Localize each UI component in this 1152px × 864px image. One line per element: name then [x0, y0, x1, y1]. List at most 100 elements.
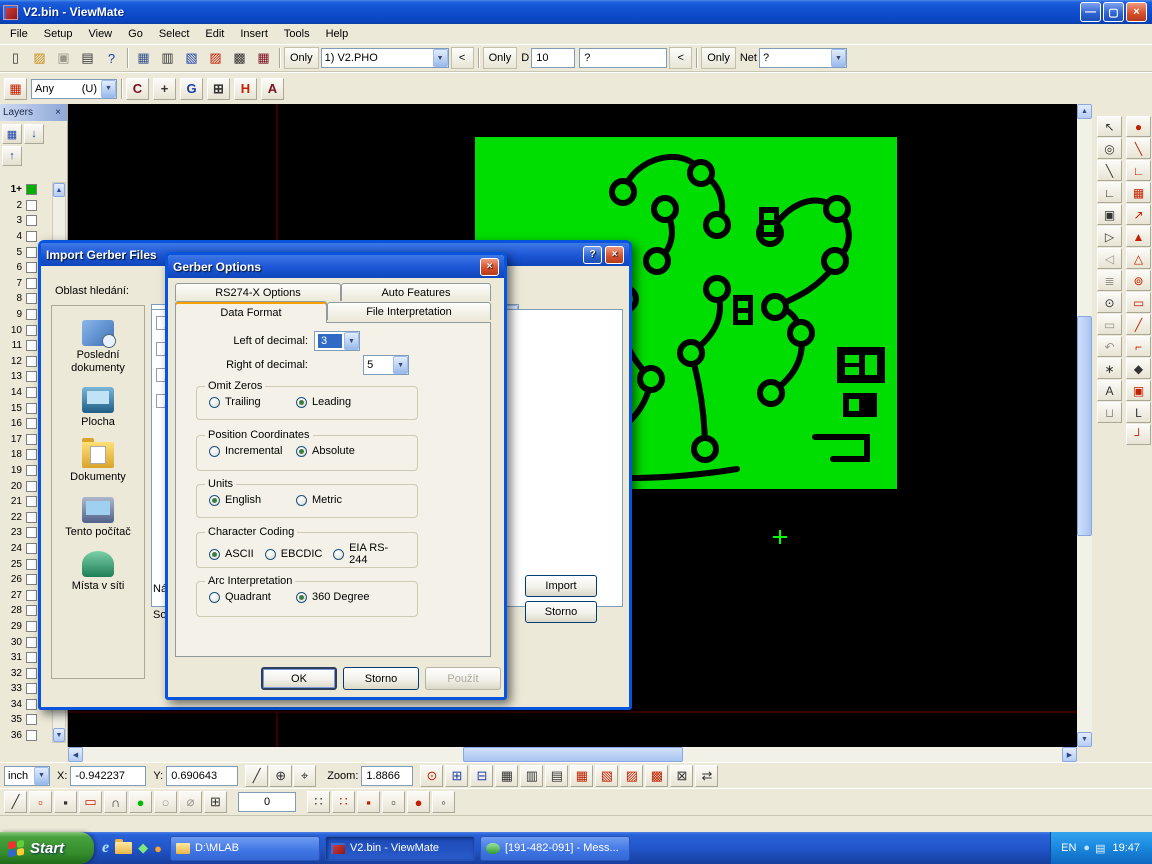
layer-swatch[interactable]	[26, 605, 37, 616]
menu-item[interactable]: Help	[318, 26, 357, 42]
layer-stack-icon[interactable]: ▧	[180, 47, 203, 69]
import-button[interactable]: Import	[525, 575, 597, 597]
layer-swatch[interactable]	[26, 496, 37, 507]
status-light-icon[interactable]: ●	[129, 791, 152, 813]
gerber-options-title-bar[interactable]: Gerber Options ×	[168, 255, 504, 278]
layer-swatch[interactable]	[26, 527, 37, 538]
radio-eia[interactable]: EIA RS-244	[333, 542, 405, 566]
select-arrow-icon[interactable]: ↖	[1097, 116, 1122, 137]
menu-item[interactable]: Insert	[232, 26, 276, 42]
browser-quicklaunch-icon[interactable]: ●	[154, 841, 162, 856]
only-dcode-toggle[interactable]: Only	[483, 47, 518, 69]
stack-list-icon[interactable]: ≣	[1097, 270, 1122, 291]
add-letter-icon[interactable]: L	[1126, 402, 1151, 423]
green-app-quicklaunch-icon[interactable]: ◆	[138, 840, 148, 856]
chevron-down-icon[interactable]: ▼	[344, 332, 359, 350]
print-icon[interactable]: ▤	[76, 47, 99, 69]
add-grid-icon[interactable]: ▦	[1126, 182, 1151, 203]
select-gerber-icon[interactable]: G	[180, 78, 203, 100]
radio-leading[interactable]: Leading	[296, 396, 383, 408]
ruler-icon[interactable]: ╱	[4, 791, 27, 813]
position-anchor-icon[interactable]: ⌖	[293, 765, 316, 787]
layer-swatch[interactable]	[26, 262, 37, 273]
via-red-icon[interactable]: ●	[407, 791, 430, 813]
y-coordinate-field[interactable]: 0.690643	[166, 766, 238, 786]
task-button[interactable]: [191-482-091] - Mess...	[480, 836, 630, 861]
new-file-icon[interactable]: ▯	[4, 47, 27, 69]
ie-quicklaunch-icon[interactable]: e	[102, 839, 109, 857]
move-layer-up-button[interactable]: ↑	[2, 146, 22, 166]
layer-swatch[interactable]	[26, 418, 37, 429]
swap-layers-icon[interactable]: ▩	[228, 47, 251, 69]
macro-view-icon[interactable]: ▩	[645, 765, 668, 787]
add-bracket-icon[interactable]: ⌐	[1126, 336, 1151, 357]
tab-data-format[interactable]: Data Format	[175, 301, 327, 323]
horizontal-scrollbar[interactable]: ◀ ▶	[68, 747, 1077, 762]
undo-arc-icon[interactable]: ↶	[1097, 336, 1122, 357]
previous-layer-button[interactable]: <	[451, 47, 474, 69]
recent-documents-item[interactable]: Poslední dokumenty	[54, 320, 142, 374]
chevron-down-icon[interactable]: ▼	[101, 80, 116, 98]
ortho-corner-icon[interactable]: ∟	[1097, 182, 1122, 203]
task-button[interactable]: D:\MLAB	[170, 836, 320, 861]
snap-grid-icon[interactable]: ∷	[332, 791, 355, 813]
network-tray-icon[interactable]: ●	[1083, 842, 1090, 854]
vertical-scroll-thumb[interactable]	[1077, 316, 1092, 536]
layer-swatch[interactable]	[26, 481, 37, 492]
mirror-view-icon[interactable]: ⇄	[695, 765, 718, 787]
layer-swatch[interactable]	[26, 215, 37, 226]
selection-grid-icon[interactable]: ▦	[4, 78, 27, 100]
chevron-down-icon[interactable]: ▼	[831, 49, 846, 67]
add-corner-icon[interactable]: ∟	[1126, 160, 1151, 181]
layer-swatch[interactable]	[26, 590, 37, 601]
language-indicator[interactable]: EN	[1061, 842, 1076, 854]
layer-swatch[interactable]	[26, 699, 37, 710]
scroll-right-icon[interactable]: ▶	[1062, 747, 1077, 762]
layer-swatch[interactable]	[26, 621, 37, 632]
zoom-in-icon[interactable]: ⊞	[445, 765, 468, 787]
layer-swatch[interactable]	[26, 574, 37, 585]
radio-absolute[interactable]: Absolute	[296, 445, 383, 457]
menu-item[interactable]: View	[80, 26, 120, 42]
selection-filter-combo[interactable]: Any (U) ▼	[31, 79, 117, 99]
report-chart-icon[interactable]: ▦	[252, 47, 275, 69]
previous-dcode-button[interactable]: <	[669, 47, 692, 69]
move-layer-down-button[interactable]: ↓	[24, 124, 44, 144]
x-coordinate-field[interactable]: -0.942237	[70, 766, 146, 786]
scroll-up-icon[interactable]: ▲	[1077, 104, 1092, 119]
layers-panel-header[interactable]: Layers ×	[0, 104, 67, 121]
menu-item[interactable]: Edit	[197, 26, 232, 42]
layer-swatch[interactable]	[26, 200, 37, 211]
radio-metric[interactable]: Metric	[296, 494, 383, 506]
layer-swatch[interactable]	[26, 668, 37, 679]
traces-view-icon[interactable]: ▧	[595, 765, 618, 787]
layer-swatch[interactable]	[26, 340, 37, 351]
help-button[interactable]: ?	[583, 246, 602, 264]
left-of-decimal-combo[interactable]: 3 ▼	[314, 331, 360, 351]
chevron-down-icon[interactable]: ▼	[34, 767, 49, 785]
radio-ebcdic[interactable]: EBCDIC	[265, 548, 321, 560]
select-component-icon[interactable]: C	[126, 78, 149, 100]
via-dark-icon[interactable]: ◦	[432, 791, 455, 813]
grid-value-field[interactable]: 0	[238, 792, 296, 812]
documents-item[interactable]: Dokumenty	[54, 442, 142, 484]
layer-swatch[interactable]	[26, 543, 37, 554]
add-rect-icon[interactable]: ▭	[1126, 292, 1151, 313]
add-corner2-icon[interactable]: ┘	[1126, 424, 1151, 445]
computer-item[interactable]: Tento počítač	[54, 497, 142, 539]
network-item[interactable]: Místa v síti	[54, 551, 142, 593]
context-help-icon[interactable]: ?	[100, 47, 123, 69]
minimize-button[interactable]: —	[1080, 2, 1101, 22]
measure-diagonal-icon[interactable]: ╱	[245, 765, 268, 787]
pad-red-icon[interactable]: ▪	[357, 791, 380, 813]
radio-trailing[interactable]: Trailing	[209, 396, 296, 408]
pan-circle-icon[interactable]: ◎	[1097, 138, 1122, 159]
scroll-up-icon[interactable]: ▲	[53, 183, 65, 197]
layer-row[interactable]: 1+	[2, 182, 50, 198]
layer-row[interactable]: 3	[2, 213, 50, 229]
layer-swatch[interactable]	[26, 387, 37, 398]
layer-swatch[interactable]	[26, 714, 37, 725]
scroll-down-icon[interactable]: ▼	[53, 728, 65, 742]
layer-swatch[interactable]	[26, 434, 37, 445]
menu-item[interactable]: File	[2, 26, 36, 42]
